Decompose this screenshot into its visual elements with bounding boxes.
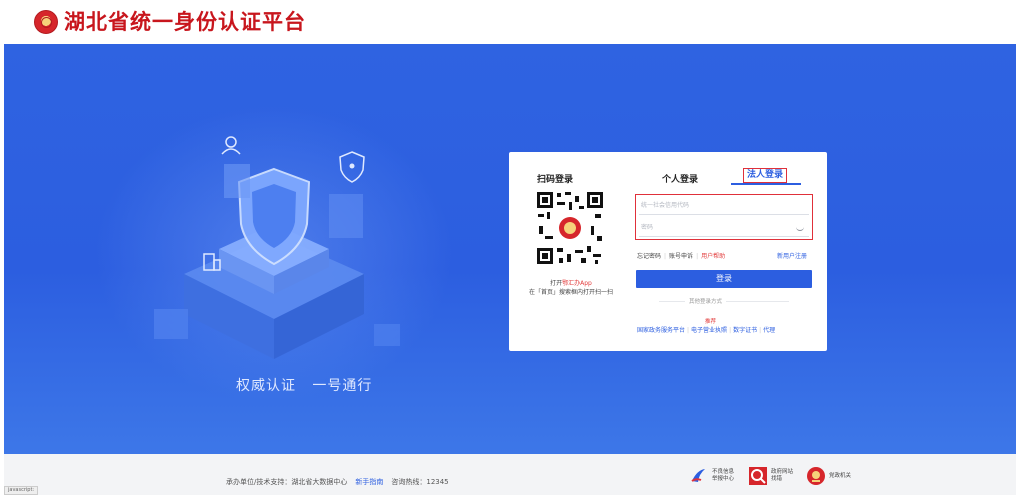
proxy-login-link[interactable]: 代理 (763, 327, 775, 334)
digital-cert-login-link[interactable]: 数字证书 (733, 327, 757, 334)
account-appeal-link[interactable]: 账号申诉 (669, 253, 693, 260)
party-gov-organ-label: 党政机关 (829, 472, 852, 479)
party-gov-organ-badge[interactable]: 党政机关 (806, 466, 851, 486)
tab-personal-login[interactable]: 个人登录 (662, 172, 698, 185)
emblem-logo-icon (34, 10, 58, 34)
link-divider: | (664, 253, 667, 260)
site-header: 湖北省统一身份认证平台 (0, 0, 1016, 44)
register-link[interactable]: 新用户注册 (777, 251, 807, 260)
forgot-password-link[interactable]: 忘记密码 (637, 253, 661, 260)
qr-open-app-text: 打开鄂汇办App (550, 280, 592, 287)
credit-code-input[interactable] (639, 197, 809, 215)
auxiliary-links: 忘记密码 | 账号申诉 | 用户帮助 (637, 251, 725, 260)
qr-hint-text: 在「首页」搜索框内打开扫一扫 (528, 289, 613, 296)
report-center-icon (691, 469, 705, 482)
login-card: 扫码登录 打开鄂汇办App 在「首页」搜索框内打开扫一扫 个人登录 法人登录 忘… (509, 152, 827, 351)
party-gov-organ-icon (807, 467, 825, 485)
hero-slogan: 权威认证 一号通行 (236, 378, 373, 394)
link-divider: | (696, 253, 699, 260)
e-license-login-link[interactable]: 电子营业执照 (691, 327, 727, 334)
site-footer (4, 454, 1016, 495)
active-tab-underline (731, 183, 801, 185)
tab-qr-login[interactable]: 扫码登录 (537, 172, 573, 185)
qr-code-icon (535, 190, 605, 266)
other-methods-label: 其他登录方式 (685, 297, 727, 305)
alt-login-methods: 国家政务服务平台 | 电子营业执照 | 数字证书 | 代理 (637, 325, 775, 334)
beginner-guide-link[interactable]: 新手指南 (347, 478, 391, 486)
app-name-link[interactable]: 鄂汇办App (562, 280, 592, 287)
user-help-link[interactable]: 用户帮助 (701, 253, 725, 260)
national-platform-login-link[interactable]: 国家政务服务平台 (637, 327, 685, 334)
gov-site-error-icon (749, 467, 767, 485)
recommend-tag: 推荐 (705, 319, 717, 325)
security-illustration-icon (154, 136, 400, 359)
login-button[interactable]: 登录 (636, 270, 812, 288)
gov-site-error-badge[interactable]: 政府网站 找错 (748, 466, 793, 486)
hotline-text: 咨询热线：12345 (391, 478, 449, 486)
tab-legal-login[interactable]: 法人登录 (743, 168, 787, 183)
support-text: 承办单位/技术支持：湖北省大数据中心 (226, 478, 348, 486)
credentials-highlight-box (635, 194, 813, 240)
status-bar-text: javascript: (4, 486, 39, 495)
report-center-badge[interactable]: 不良信息 举报中心 (689, 466, 734, 486)
report-center-label: 不良信息 举报中心 (712, 469, 735, 482)
footer-support-info: 承办单位/技术支持：湖北省大数据中心 新手指南 咨询热线：12345 (226, 477, 449, 487)
password-input[interactable] (639, 219, 809, 237)
site-title: 湖北省统一身份认证平台 (64, 9, 306, 34)
gov-site-error-label: 政府网站 找错 (771, 469, 794, 482)
